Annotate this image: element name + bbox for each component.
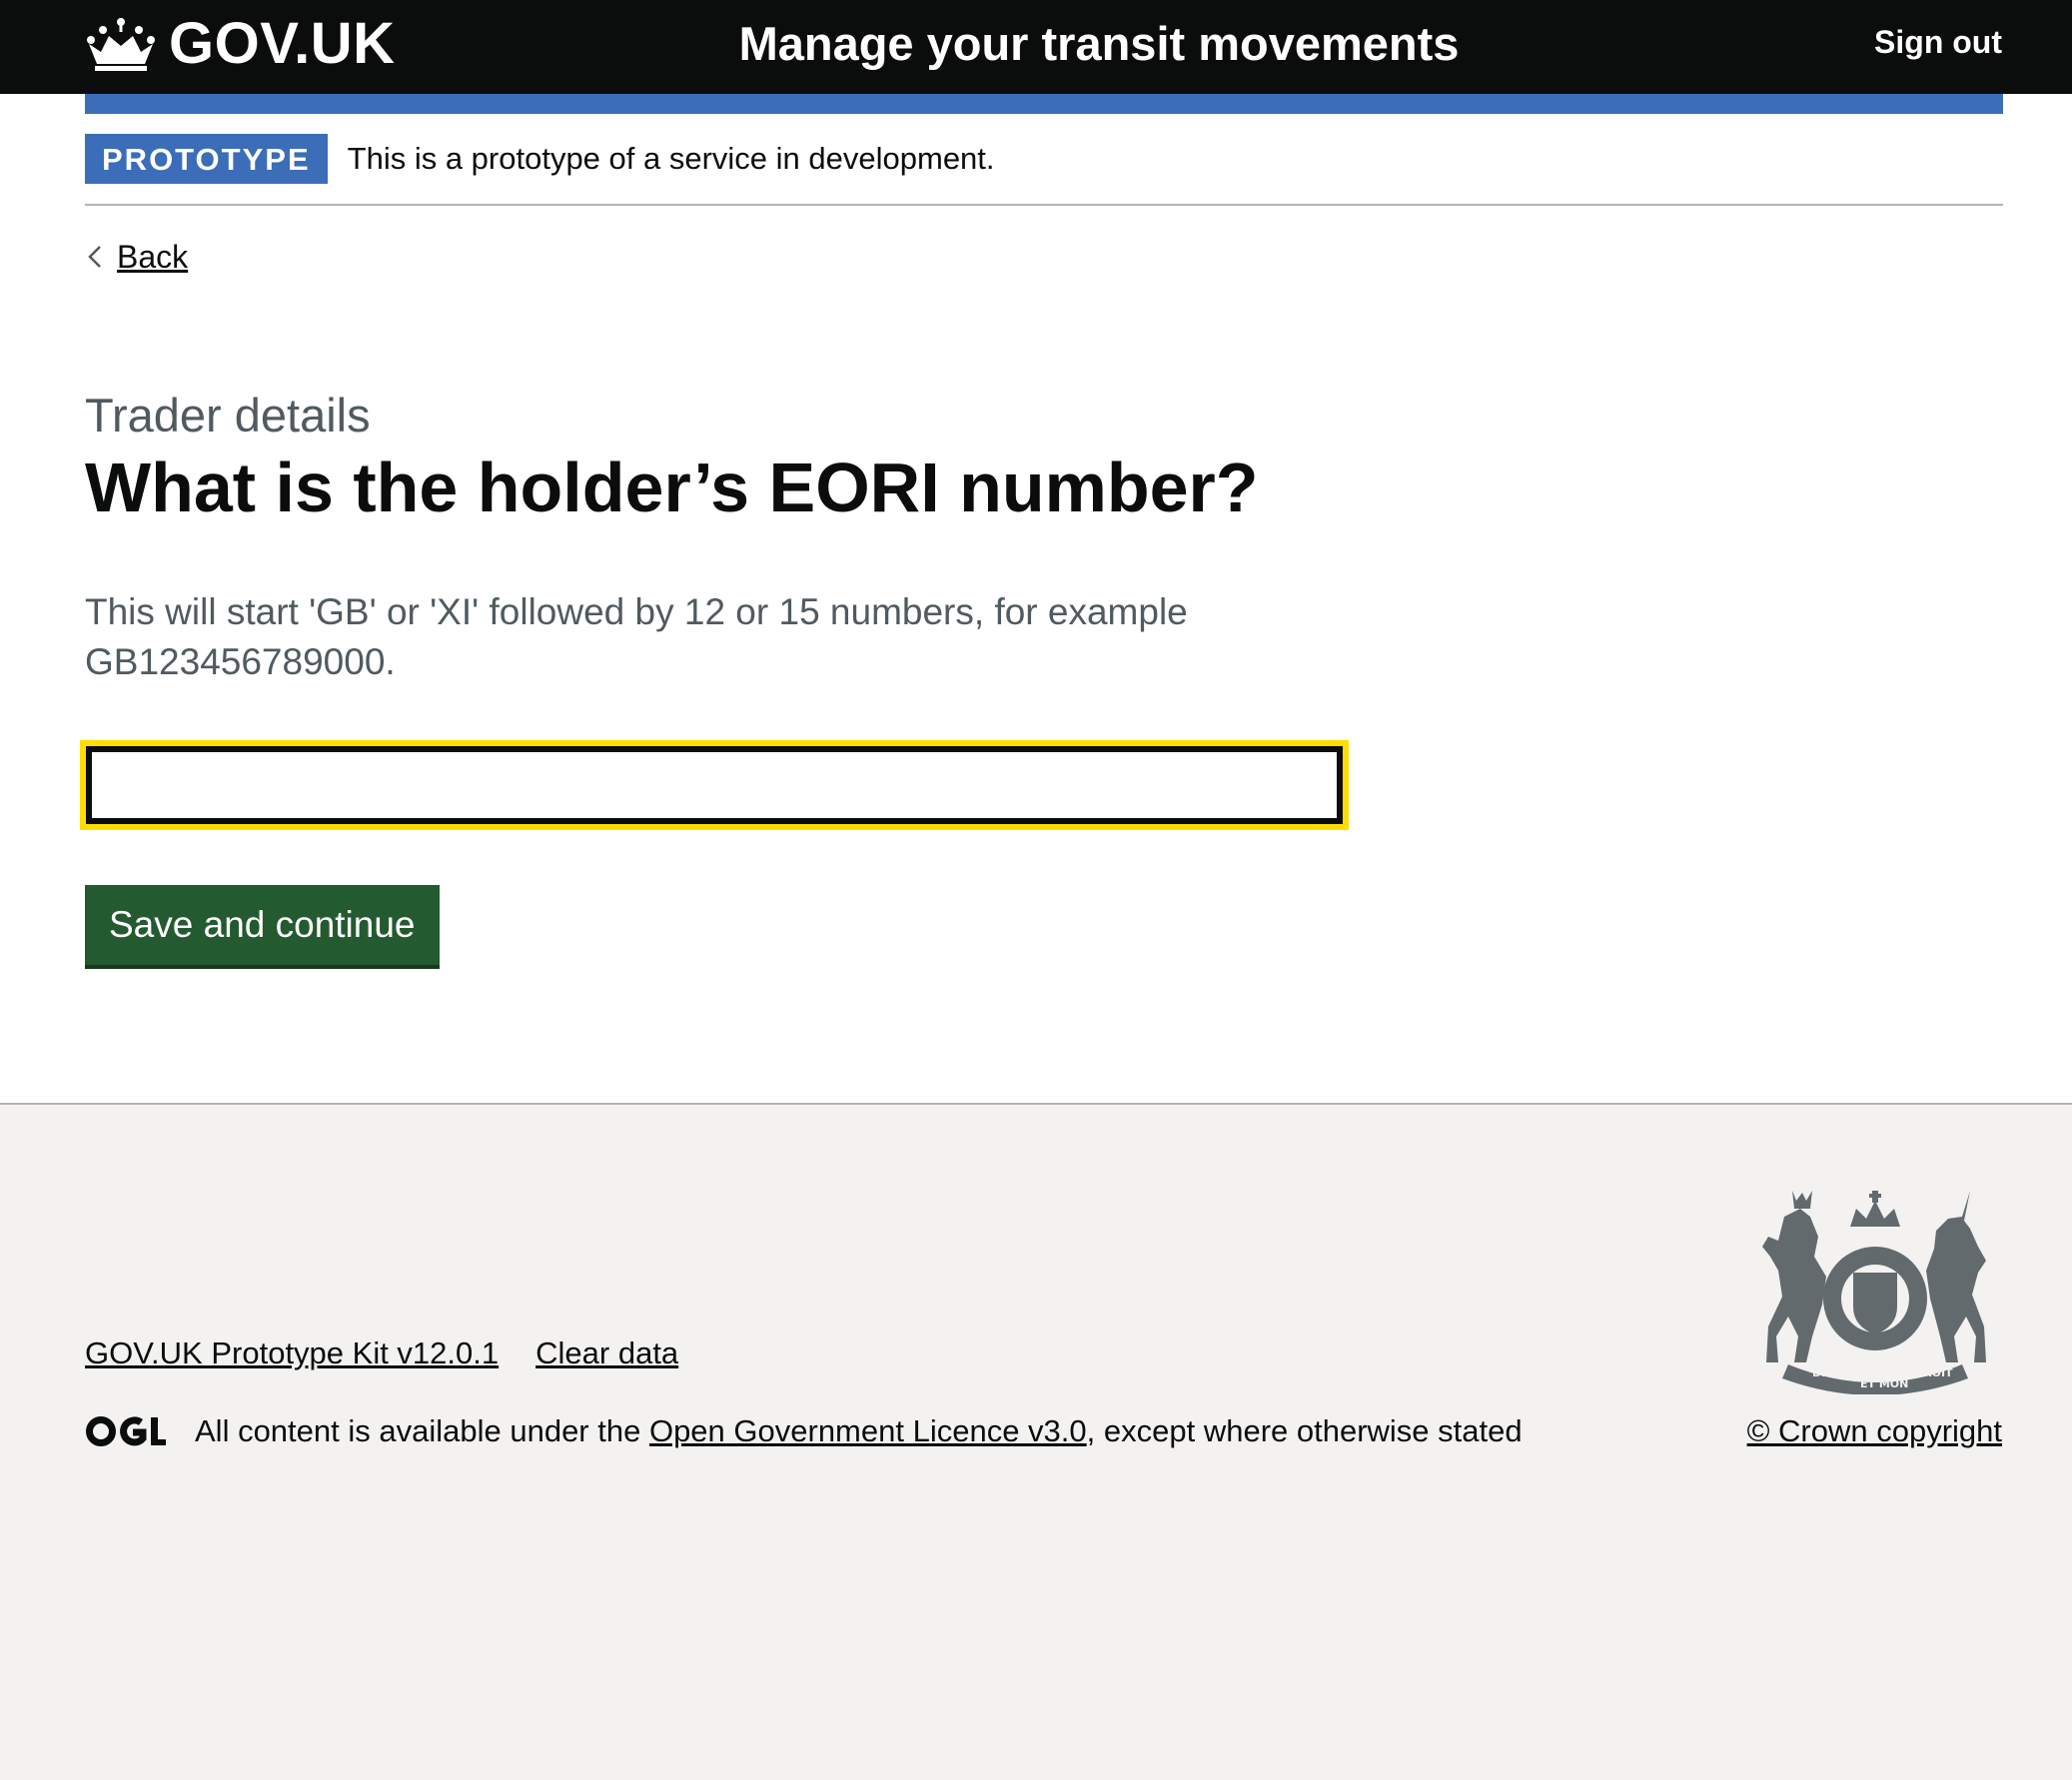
svg-text:DROIT: DROIT [1914,1366,1953,1379]
chevron-left-icon [88,246,101,268]
footer-link-prototype-kit[interactable]: GOV.UK Prototype Kit v12.0.1 [85,1333,499,1374]
page-title: What is the holder’s EORI number? [85,448,1259,526]
licence-prefix: All content is available under the [195,1413,649,1448]
ogl-icon [86,1416,166,1446]
page-caption: Trader details [85,389,371,442]
svg-text:DIEU: DIEU [1812,1366,1842,1379]
back-link-label: Back [117,239,189,275]
eori-number-input[interactable] [86,746,1343,824]
svg-text:ET MON: ET MON [1860,1377,1908,1390]
sign-out-link[interactable]: Sign out [1874,20,2002,64]
input-focus-ring [80,740,1349,830]
site-footer: DIEU ET MON DROIT GOV.UK Prototype Kit v… [0,1103,2072,1780]
input-hint: This will start 'GB' or 'XI' followed by… [85,591,1188,682]
licence-row: All content is available under the Open … [85,1410,1523,1452]
phase-banner-text: This is a prototype of a service in deve… [347,141,995,176]
back-link[interactable]: Back [85,236,188,278]
open-government-licence-link[interactable]: Open Government Licence v3.0 [649,1413,1087,1448]
footer-links: GOV.UK Prototype Kit v12.0.1 Clear data [85,1333,678,1374]
licence-text: All content is available under the Open … [195,1410,1523,1452]
licence-suffix: , except where otherwise stated [1086,1413,1523,1448]
govuk-logo-link[interactable]: GOV.UK [85,12,395,76]
save-and-continue-button[interactable]: Save and continue [85,885,440,965]
crown-copyright-link[interactable]: © Crown copyright [1747,1410,2002,1452]
phase-tag: PROTOTYPE [85,134,328,184]
service-name[interactable]: Manage your transit movements [599,14,1598,74]
crown-icon [87,18,155,71]
royal-coat-of-arms-icon: DIEU ET MON DROIT [1762,1191,1986,1394]
footer-link-clear-data[interactable]: Clear data [535,1333,678,1374]
header-blue-bar [85,94,2003,114]
phase-banner: PROTOTYPE This is a prototype of a servi… [85,134,2003,206]
logo-text: GOV.UK [169,11,396,76]
site-header: GOV.UK Manage your transit movements Sig… [0,0,2072,94]
